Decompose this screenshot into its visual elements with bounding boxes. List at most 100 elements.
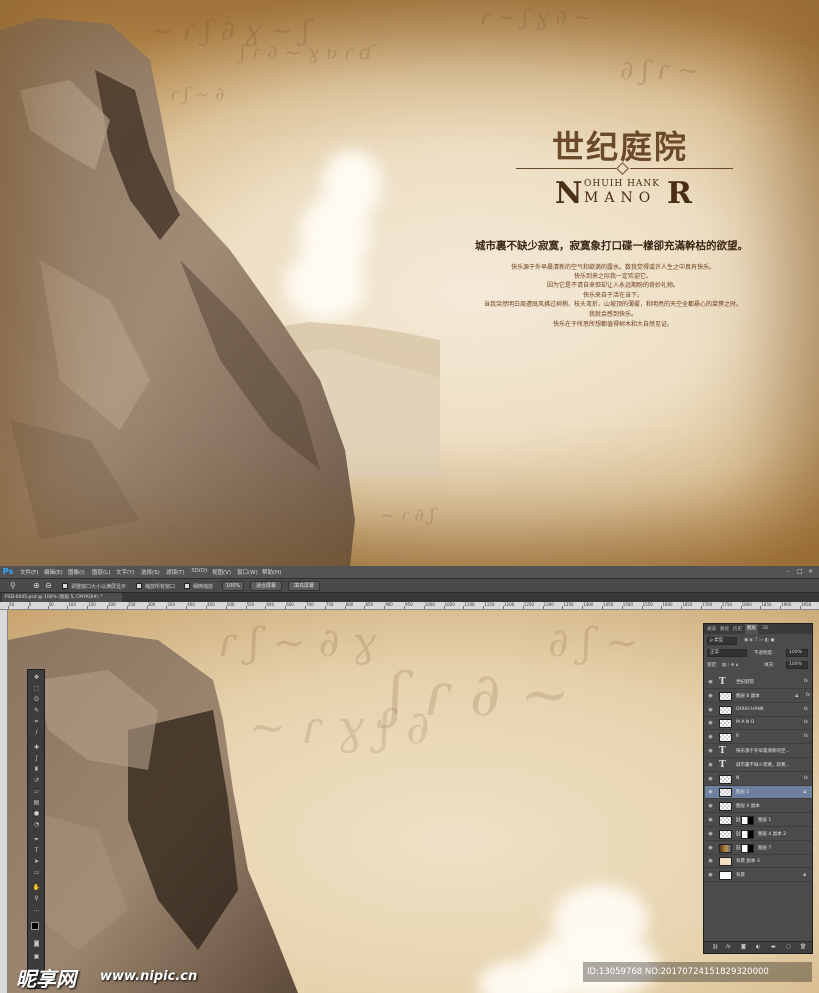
zoom-tool-icon[interactable]: ⚲ (10, 581, 16, 590)
layer-row[interactable]: ◉ Rfx (705, 731, 812, 745)
menu-image[interactable]: 图像(I) (68, 568, 85, 576)
zoom-out-icon[interactable]: ⊖ (45, 581, 52, 590)
new-layer-icon[interactable]: ▢ (786, 944, 791, 950)
menu-type[interactable]: 文字(Y) (116, 568, 135, 576)
layer-row[interactable]: ◉ ⛓ 图层 1 (705, 814, 812, 827)
trash-icon[interactable]: 🗑︎ (800, 944, 806, 950)
layer-name[interactable]: 世纪庭院 (736, 679, 754, 685)
layer-row[interactable]: ◉ ⛓ 图层 4 副本 2 (705, 828, 812, 841)
layer-row[interactable]: ◉ Nfx (705, 773, 812, 786)
layer-row[interactable]: ◉ 图层 4 副本 (705, 800, 812, 814)
layer-filter-select[interactable]: ρ 类型 (707, 637, 737, 645)
tab-channels[interactable]: 通道 (707, 626, 716, 632)
layer-row[interactable]: ◉ 图层 8 副本 fx 🔒︎ (705, 690, 812, 703)
fx-icon[interactable]: fx (726, 944, 731, 950)
layer-name[interactable]: 图层 1 (758, 817, 771, 823)
layer-name[interactable]: 快乐源于外早晨清新的空... (736, 748, 790, 754)
visibility-eye-icon[interactable]: ◉ (707, 776, 714, 783)
mask-icon[interactable]: ◙ (741, 944, 746, 950)
visibility-eye-icon[interactable]: ◉ (707, 872, 714, 879)
layer-name[interactable]: 背景 (736, 872, 745, 878)
fit-screen-button[interactable]: 适合屏幕 (250, 581, 282, 591)
path-select-icon[interactable]: ➤ (32, 858, 41, 865)
hand-icon[interactable]: ✋ (32, 884, 41, 891)
blend-mode-select[interactable]: 正常 (707, 649, 747, 657)
zoom-all-checkbox[interactable] (136, 583, 142, 589)
layer-effects-icon[interactable]: fx (804, 776, 808, 781)
menu-window[interactable]: 窗口(W) (237, 568, 258, 576)
layer-effects-icon[interactable]: fx (804, 734, 808, 739)
visibility-eye-icon[interactable]: ◉ (707, 845, 714, 852)
layer-name[interactable]: 背景 副本 3 (736, 858, 760, 864)
resize-windows-checkbox[interactable] (62, 583, 68, 589)
visibility-eye-icon[interactable]: ◉ (707, 817, 714, 824)
pen-icon[interactable]: ✒ (32, 836, 41, 843)
document-tab[interactable]: PSD-0045.psd @ 100% (图层 5, CMYK/8#) * (2, 593, 122, 602)
layer-row[interactable]: ◉ M A N O fx (705, 717, 812, 731)
visibility-eye-icon[interactable]: ◉ (707, 831, 714, 838)
layer-row[interactable]: ◉ ⛓ 图层 7 (705, 842, 812, 855)
layer-row[interactable]: ◉ 图层 5 🔒︎ (705, 786, 812, 800)
layer-name[interactable]: 图层 7 (758, 845, 771, 851)
maximize-button[interactable]: □ (797, 568, 803, 575)
tab-history[interactable]: 历史 (733, 626, 742, 632)
document-canvas[interactable]: ɾ ʃ ~ ∂ ɣ ʃ ɾ ∂ ~ ~ ɾ ɣ ʃ ∂ ∂ ʃ ~ (8, 610, 819, 993)
tab-paths[interactable]: 路径 (720, 626, 729, 632)
layer-row[interactable]: ◉ T 快乐源于外早晨清新的空... (705, 745, 812, 758)
link-icon[interactable]: ⛓ (712, 944, 718, 950)
layer-mask-thumbnail[interactable] (741, 816, 754, 825)
layer-name[interactable]: N (736, 776, 739, 781)
layer-mask-thumbnail[interactable] (741, 843, 754, 853)
adjustment-icon[interactable]: ◐ (756, 944, 760, 950)
layer-effects-icon[interactable]: fx (806, 693, 810, 698)
folder-icon[interactable]: ▬ (771, 944, 776, 950)
opacity-input[interactable]: 100% (786, 649, 808, 657)
layer-name[interactable]: 图层 4 副本 2 (758, 831, 786, 837)
marquee-icon[interactable]: ⬚ (32, 685, 41, 692)
tab-3d[interactable]: 3D (762, 626, 768, 631)
quick-mask-icon[interactable]: ◙ (32, 940, 41, 947)
visibility-eye-icon[interactable]: ◉ (707, 693, 714, 700)
layer-row[interactable]: ◉ OHUH HANK fx (705, 704, 812, 717)
visibility-eye-icon[interactable]: ◉ (707, 734, 714, 741)
menu-view[interactable]: 视图(V) (212, 568, 231, 576)
layer-effects-icon[interactable]: fx (804, 707, 808, 712)
move-icon[interactable]: ✥ (32, 674, 41, 681)
lasso-icon[interactable]: ʘ (32, 696, 41, 703)
menu-edit[interactable]: 编辑(E) (44, 568, 63, 576)
layer-row[interactable]: ◉ T 城市裏不缺少寂寞，寂寞... (705, 759, 812, 772)
visibility-eye-icon[interactable]: ◉ (707, 858, 714, 865)
eyedropper-icon[interactable]: ∕ (32, 729, 41, 736)
gradient-icon[interactable]: ▤ (32, 799, 41, 806)
layer-effects-icon[interactable]: fx (804, 720, 808, 725)
visibility-eye-icon[interactable]: ◉ (707, 720, 714, 727)
layer-name[interactable]: 图层 4 副本 (736, 803, 760, 809)
tab-layers[interactable]: 图层 (745, 624, 758, 634)
zoom-in-icon[interactable]: ⊕ (33, 581, 40, 590)
blur-icon[interactable]: ● (32, 810, 41, 817)
more-tools-icon[interactable]: … (32, 906, 41, 913)
history-brush-icon[interactable]: ↺ (32, 777, 41, 784)
foreground-color-swatch[interactable] (31, 922, 39, 930)
scrubby-zoom-checkbox[interactable] (184, 583, 190, 589)
layer-name[interactable]: 图层 8 副本 (736, 693, 760, 699)
zoom-icon[interactable]: ⚲ (32, 895, 41, 902)
layer-row[interactable]: ◉ 背景 🔒︎ (705, 869, 812, 883)
fill-screen-button[interactable]: 填充屏幕 (288, 581, 320, 591)
visibility-eye-icon[interactable]: ◉ (707, 748, 714, 755)
menu-select[interactable]: 选择(S) (141, 568, 160, 576)
type-icon[interactable]: T (32, 847, 41, 854)
visibility-eye-icon[interactable]: ◉ (707, 707, 714, 714)
stamp-icon[interactable]: ♜ (32, 766, 41, 773)
brush-icon[interactable]: ∫ (32, 755, 41, 762)
menu-layer[interactable]: 图层(L) (92, 568, 110, 576)
minimize-button[interactable]: – (786, 568, 789, 575)
layer-name[interactable]: OHUH HANK (736, 707, 764, 712)
visibility-eye-icon[interactable]: ◉ (707, 789, 714, 796)
quick-select-icon[interactable]: ✎ (32, 707, 41, 714)
actual-pixels-button[interactable]: 100% (222, 581, 244, 591)
filter-icons[interactable]: ▣ ◐ T ▭ ◧ ● (744, 638, 804, 646)
menu-file[interactable]: 文件(F) (20, 568, 38, 576)
visibility-eye-icon[interactable]: ◉ (707, 762, 714, 769)
layer-name[interactable]: M A N O (736, 720, 754, 725)
